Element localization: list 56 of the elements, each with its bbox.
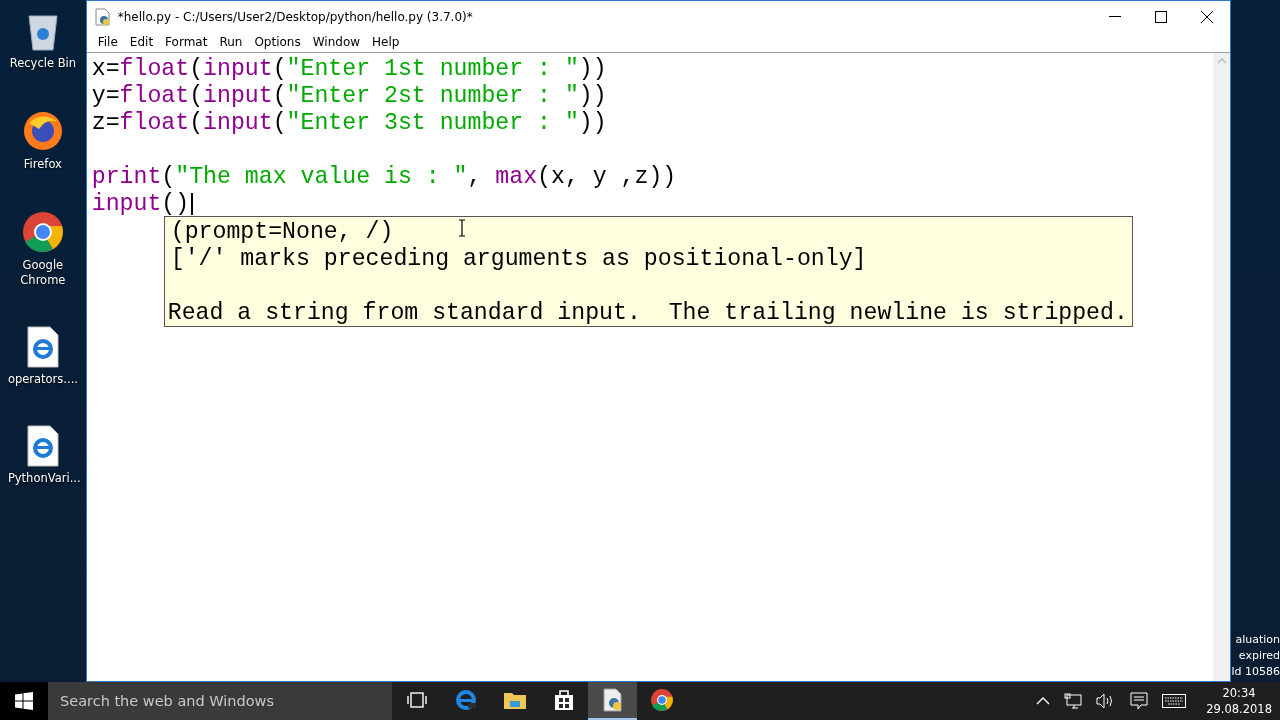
evaluation-notice-text: expired [1238, 648, 1280, 664]
network-icon[interactable] [1064, 693, 1083, 709]
code-line: print("The max value is : ", max(x, y ,z)) [91, 163, 677, 190]
text-cursor [191, 192, 194, 215]
keyboard-icon[interactable] [1162, 694, 1187, 708]
menu-item[interactable]: Window [306, 35, 367, 49]
code-line: z=float(input("Enter 3st number : ")) [91, 109, 607, 136]
desktop-icon-label: Firefox [22, 157, 63, 172]
search-field[interactable]: Search the web and Windows [48, 682, 392, 720]
windows-logo-icon [15, 692, 33, 710]
code-line: input() [91, 190, 190, 217]
maximize-icon [1155, 10, 1168, 23]
calltip-signature: (prompt=None, /) [169, 219, 394, 246]
python-file-icon [93, 7, 112, 26]
edge-icon [454, 689, 477, 711]
menu-item[interactable]: Help [366, 35, 406, 49]
close-icon [1201, 10, 1214, 23]
store-bag-icon [553, 689, 574, 711]
vertical-scrollbar[interactable] [1213, 53, 1231, 681]
desktop-icon-label: Recycle Bin [8, 56, 78, 71]
desktop-icon[interactable]: operators.... [2, 326, 83, 387]
chrome-icon [20, 210, 65, 254]
menu-item[interactable]: File [91, 35, 124, 49]
chevron-up-icon[interactable] [1036, 697, 1051, 705]
desktop-icon-label: Google Chrome [19, 258, 67, 288]
taskbar-app-button[interactable] [588, 682, 637, 720]
clock-date: 29.08.2018 [1206, 701, 1272, 717]
menu-item[interactable]: Format [159, 35, 214, 49]
notification-icon[interactable] [1130, 692, 1149, 710]
evaluation-notice-text: ld 10586 [1231, 664, 1280, 680]
desktop-icon[interactable]: Recycle Bin [2, 8, 83, 71]
menu-item[interactable]: Options [248, 35, 307, 49]
chrome-icon [649, 688, 674, 712]
code-line: y=float(input("Enter 2st number : ")) [91, 82, 607, 109]
calltip-note: ['/' marks preceding arguments as positional-only] [169, 246, 867, 273]
desktop-icon[interactable]: Firefox [2, 109, 83, 172]
desktop-icon-label: PythonVari... [7, 471, 78, 486]
code-line: x=float(input("Enter 1st number : ")) [91, 55, 607, 82]
menu-item[interactable]: Edit [123, 35, 160, 49]
clock-time: 20:34 [1222, 685, 1256, 701]
desktop-icon[interactable]: PythonVari... [2, 425, 83, 486]
evaluation-notice-text: aluation [1235, 632, 1280, 648]
calltip-doc: Read a string from standard input. The trailing newline is stripped. [167, 300, 1128, 327]
edge-document-icon [25, 326, 60, 368]
clock[interactable]: 20:34 29.08.2018 [1206, 685, 1272, 717]
window-title: *hello.py - C:/Users/User2/Desktop/python/hello.py (3.7.0)* [117, 9, 474, 24]
desktop-icon[interactable]: Google Chrome [2, 210, 83, 288]
edge-document-icon [25, 425, 60, 467]
folder-icon [502, 690, 527, 710]
menu-item[interactable]: Run [213, 35, 249, 49]
task-view-icon [405, 691, 428, 709]
python-file-icon [601, 688, 624, 712]
start-button[interactable] [0, 682, 48, 720]
desktop-icon-label: operators.... [7, 372, 78, 387]
minimize-icon [1109, 16, 1122, 17]
i-beam-cursor-icon [457, 219, 466, 237]
